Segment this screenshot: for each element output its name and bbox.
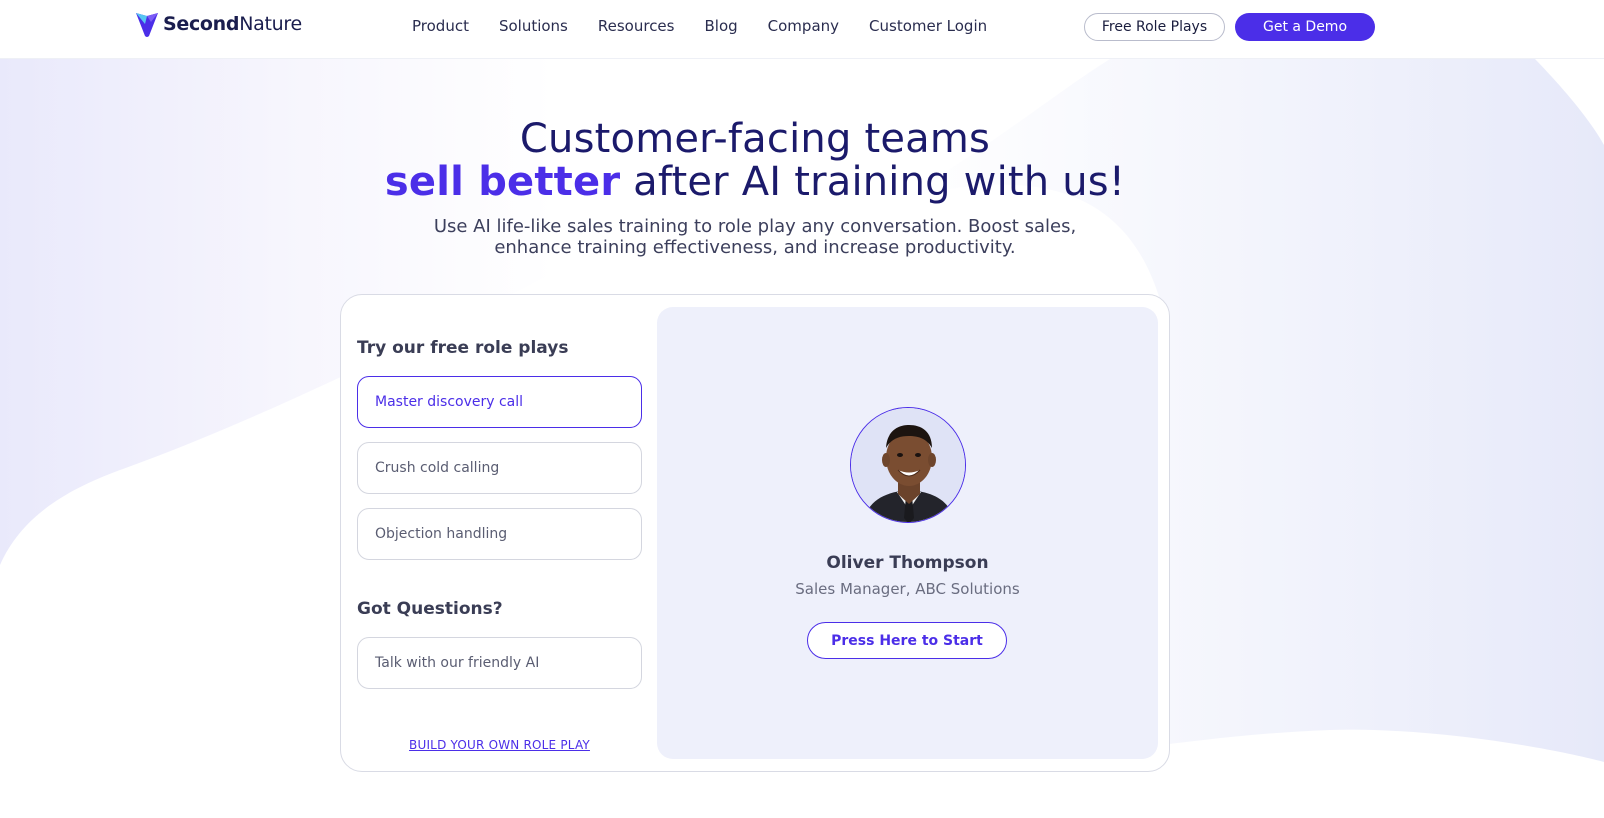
hero-subtitle-line2: enhance training effectiveness, and incr…	[494, 237, 1016, 258]
roleplays-title: Try our free role plays	[357, 338, 569, 358]
nav-item-resources[interactable]: Resources	[598, 17, 675, 35]
top-navbar: SecondNature Product Solutions Resources…	[0, 0, 1604, 59]
free-role-plays-button[interactable]: Free Role Plays	[1084, 13, 1225, 41]
brand-wordmark: SecondNature	[163, 13, 302, 35]
roleplay-card: Try our free role plays Master discovery…	[340, 294, 1170, 772]
hero-headline-rest: after AI training with us!	[620, 159, 1126, 205]
nav-item-company[interactable]: Company	[768, 17, 839, 35]
persona-avatar	[850, 407, 966, 523]
persona-role: Sales Manager, ABC Solutions	[795, 580, 1020, 598]
nav-item-blog[interactable]: Blog	[704, 17, 737, 35]
questions-title: Got Questions?	[357, 599, 503, 619]
persona-panel: Oliver Thompson Sales Manager, ABC Solut…	[657, 307, 1158, 759]
hero-section: Customer-facing teams sell better after …	[0, 118, 1510, 259]
brand-logo[interactable]: SecondNature	[135, 10, 302, 38]
hero-headline-line1: Customer-facing teams	[519, 116, 991, 162]
hero-headline-line2: sell better after AI training with us!	[0, 161, 1510, 204]
persona-name: Oliver Thompson	[826, 553, 989, 573]
talk-with-ai-option[interactable]: Talk with our friendly AI	[357, 637, 642, 689]
hero-headline: Customer-facing teams sell better after …	[0, 118, 1510, 204]
logo-mark-icon	[136, 13, 158, 37]
main-menu: Product Solutions Resources Blog Company…	[412, 17, 1017, 35]
roleplay-options-panel: Try our free role plays Master discovery…	[357, 295, 642, 771]
hero-subtitle: Use AI life-like sales training to role …	[0, 216, 1510, 258]
hero-subtitle-line1: Use AI life-like sales training to role …	[433, 216, 1077, 237]
build-own-roleplay-link[interactable]: BUILD YOUR OWN ROLE PLAY	[357, 738, 642, 752]
press-to-start-button[interactable]: Press Here to Start	[807, 622, 1007, 659]
roleplay-option-discovery[interactable]: Master discovery call	[357, 376, 642, 428]
nav-item-solutions[interactable]: Solutions	[499, 17, 568, 35]
nav-item-product[interactable]: Product	[412, 17, 469, 35]
nav-item-customer-login[interactable]: Customer Login	[869, 17, 987, 35]
roleplay-option-cold-calling[interactable]: Crush cold calling	[357, 442, 642, 494]
person-portrait-icon	[851, 408, 965, 522]
get-demo-button[interactable]: Get a Demo	[1235, 13, 1375, 41]
hero-headline-accent: sell better	[384, 159, 621, 205]
roleplay-option-objection[interactable]: Objection handling	[357, 508, 642, 560]
